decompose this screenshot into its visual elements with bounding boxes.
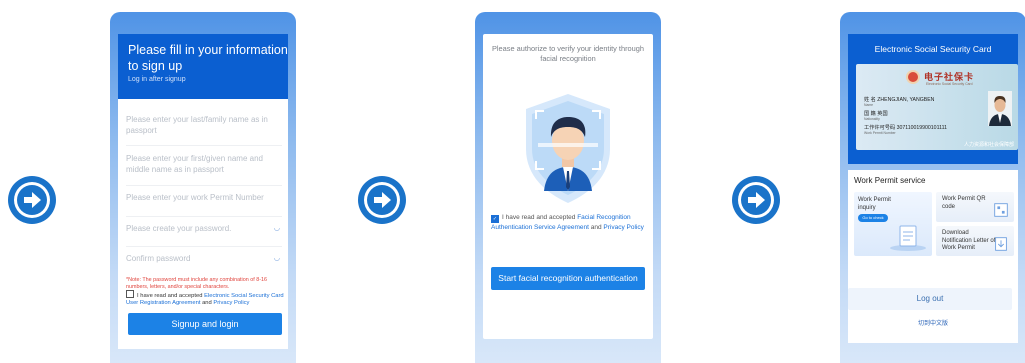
work-permit-input[interactable]: Please enter your work Permit Number: [126, 192, 282, 203]
card-screen-title: Electronic Social Security Card: [874, 44, 992, 54]
permit-inquiry-tile[interactable]: Work Permit inquiry Go to check: [854, 192, 932, 256]
arrow-right-icon-1: [8, 176, 56, 224]
agree-checkbox-checked[interactable]: ✓: [491, 215, 499, 223]
password-input[interactable]: Please create your password.: [126, 223, 282, 234]
divider: [126, 145, 282, 146]
work-permit-service: Work Permit service Work Permit inquiry …: [848, 170, 1018, 263]
face-prompt: Please authorize to verify your identity…: [491, 44, 644, 63]
arrow-right-icon-2: [358, 176, 406, 224]
id-card: 电子社保卡 Electronic Social Security Card 姓 …: [856, 64, 1018, 150]
go-to-check-button[interactable]: Go to check: [858, 214, 888, 222]
emblem-icon: [906, 70, 920, 84]
eye-closed-icon[interactable]: ◡: [274, 224, 280, 232]
divider: [126, 185, 282, 186]
divider: [126, 216, 282, 217]
card-en-title: Electronic Social Security Card: [926, 82, 973, 86]
document-check-icon: [890, 225, 926, 251]
download-icon: [995, 237, 1007, 251]
privacy-policy-link[interactable]: Privacy Policy: [603, 224, 643, 231]
social-security-card-screen: Electronic Social Security Card 电子社保卡 El…: [840, 12, 1025, 363]
face-agreement: ✓ I have read and accepted Facial Recogni…: [491, 214, 644, 231]
signup-subtitle: Log in after signup: [128, 76, 186, 83]
confirm-password-input[interactable]: Confirm password: [126, 253, 282, 264]
card-name: 姓 名 ZHENGJIAN, YANGBEN Name: [864, 97, 935, 107]
holder-photo: [988, 91, 1012, 126]
service-title: Work Permit service: [854, 176, 926, 185]
switch-language-link[interactable]: 切到中文版: [840, 318, 1025, 327]
card-header: Electronic Social Security Card 电子社保卡 El…: [848, 34, 1018, 164]
face-shield-icon: [526, 94, 610, 203]
signup-login-button[interactable]: Signup and login: [128, 313, 282, 335]
privacy-policy-link[interactable]: Privacy Policy: [213, 300, 249, 306]
signup-form: Please enter your last/family name as in…: [118, 99, 288, 349]
signup-title: Please fill in your information to sign …: [128, 43, 288, 73]
last-name-input[interactable]: Please enter your last/family name as in…: [126, 114, 282, 136]
permit-inquiry-label: Work Permit inquiry: [858, 197, 891, 211]
card-permit: 工作许可号码 307110019900101111 Work Permit Num…: [864, 125, 947, 135]
download-letter-tile[interactable]: Download Notification Letter of Work Per…: [936, 226, 1014, 256]
signup-agreement: I have read and accepted Electronic Soci…: [126, 290, 286, 307]
qr-code-icon: [994, 203, 1008, 217]
arrow-right-icon-3: [732, 176, 780, 224]
logout-button[interactable]: Log out: [848, 288, 1012, 310]
download-letter-label: Download Notification Letter of Work Per…: [942, 230, 996, 251]
eye-closed-icon[interactable]: ◡: [274, 254, 280, 262]
face-recognition-screen: Please authorize to verify your identity…: [475, 12, 661, 363]
signup-screen: Please fill in your information to sign …: [110, 12, 296, 363]
divider: [126, 246, 282, 247]
card-nationality: 国 籍 英国 Nationality: [864, 111, 888, 121]
card-issuer: 人力资源和社会保障部: [963, 142, 1014, 148]
face-card: Please authorize to verify your identity…: [483, 34, 653, 339]
start-face-recognition-button[interactable]: Start facial recognition authentication: [491, 267, 645, 290]
permit-qr-tile[interactable]: Work Permit QR code: [936, 192, 1014, 222]
password-note: *Note: The password must include any com…: [126, 277, 268, 290]
signup-header: Please fill in your information to sign …: [118, 34, 288, 99]
permit-qr-label: Work Permit QR code: [942, 196, 986, 210]
agree-checkbox[interactable]: [126, 290, 134, 298]
first-name-input[interactable]: Please enter your first/given name and m…: [126, 153, 282, 175]
